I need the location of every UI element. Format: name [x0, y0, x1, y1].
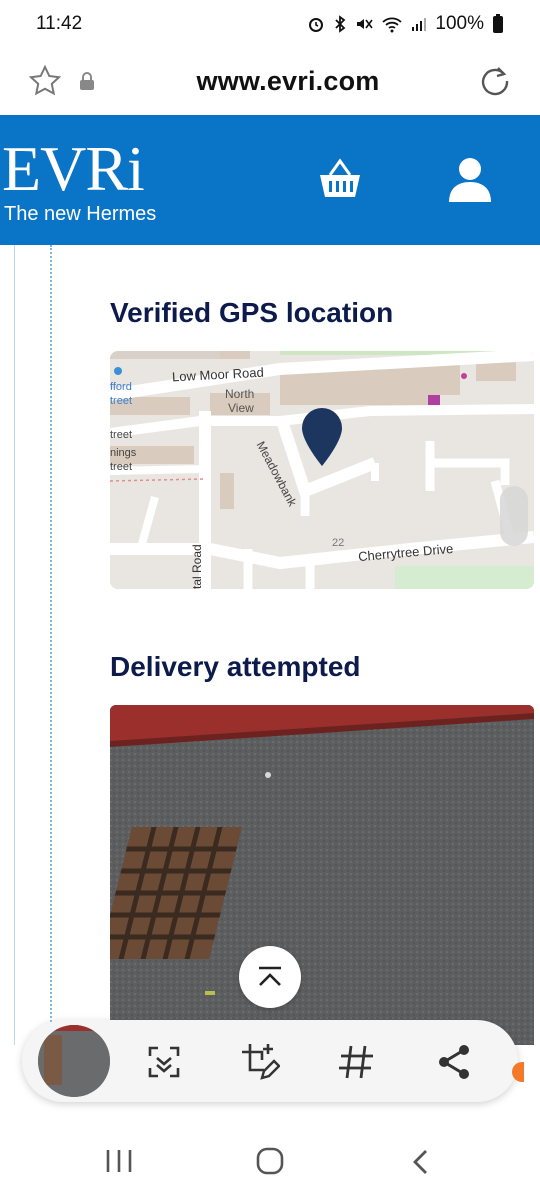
- recent-apps-icon[interactable]: [104, 1148, 134, 1174]
- screenshot-thumbnail[interactable]: [38, 1025, 110, 1097]
- site-header: EVRi The new Hermes: [0, 115, 540, 245]
- url-text[interactable]: www.evri.com: [98, 66, 478, 97]
- screenshot-toolbar: [22, 1020, 518, 1102]
- basket-icon[interactable]: [316, 155, 364, 203]
- crop-edit-icon[interactable]: [240, 1042, 280, 1082]
- timeline-line: [50, 245, 52, 1045]
- signal-icon: [412, 18, 427, 31]
- share-icon[interactable]: [434, 1042, 474, 1082]
- scan-icon[interactable]: [144, 1042, 184, 1082]
- evri-logo[interactable]: EVRi The new Hermes: [2, 137, 156, 226]
- delivery-photo[interactable]: [110, 705, 534, 1045]
- lock-icon: [80, 72, 94, 90]
- location-pin-icon: [302, 408, 342, 466]
- scroll-to-top-button[interactable]: [239, 946, 301, 1008]
- map-label-street-1: treet: [110, 429, 133, 441]
- gps-heading: Verified GPS location: [110, 297, 394, 328]
- map-label-tal-road: tal Road: [190, 544, 204, 589]
- content-edge: [14, 245, 15, 1045]
- map-label-street-3: treet: [110, 461, 133, 473]
- bluetooth-icon: [335, 15, 346, 33]
- alarm-icon: [309, 18, 324, 32]
- delivery-attempted-heading: Delivery attempted: [110, 651, 361, 682]
- status-icons: 100%: [307, 13, 504, 35]
- map-label-afford-street: treet: [110, 395, 133, 407]
- gps-map[interactable]: Low Moor Road fford treet North View tre…: [110, 351, 534, 589]
- brand-tagline: The new Hermes: [4, 203, 157, 225]
- map-tiles: [110, 351, 534, 589]
- wifi-icon: [382, 17, 403, 33]
- reload-icon[interactable]: [478, 64, 512, 98]
- map-label-afford: fford: [110, 381, 132, 393]
- brand-wordmark: EVRi: [2, 133, 145, 204]
- hashtag-icon[interactable]: [336, 1042, 376, 1082]
- map-label-view: View: [228, 401, 254, 415]
- star-icon[interactable]: [28, 64, 62, 98]
- address-bar: www.evri.com: [0, 48, 540, 114]
- map-label-north: North: [225, 387, 255, 401]
- back-icon[interactable]: [408, 1148, 434, 1176]
- system-nav-bar: [0, 1120, 540, 1200]
- mute-icon: [357, 19, 374, 29]
- map-label-house-number: 22: [332, 537, 345, 549]
- status-time: 11:42: [36, 13, 83, 34]
- status-bar: 11:42 100%: [0, 0, 540, 48]
- home-icon[interactable]: [255, 1146, 285, 1176]
- map-label-street-2: nings: [110, 447, 137, 459]
- tracking-content: Verified GPS location Low Moor Road ffor…: [0, 245, 540, 1045]
- user-icon[interactable]: [446, 155, 494, 203]
- battery-level: 100%: [435, 13, 484, 34]
- delivery-photo-image: [110, 705, 534, 1045]
- chevron-up-icon: [259, 966, 281, 986]
- battery-icon: [493, 14, 503, 33]
